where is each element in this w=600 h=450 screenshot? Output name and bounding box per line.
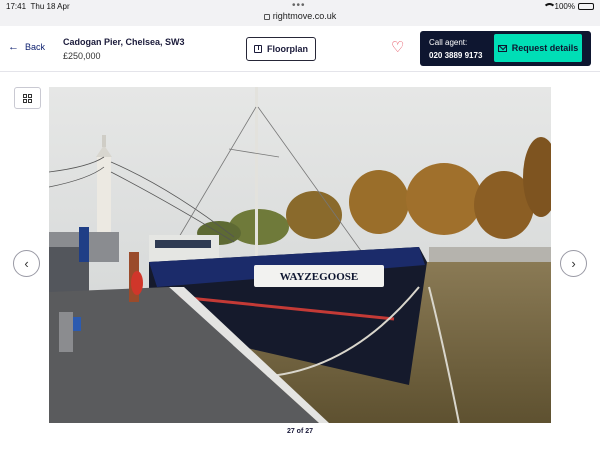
back-label: Back bbox=[25, 42, 46, 52]
floorplan-button[interactable]: Floorplan bbox=[246, 37, 316, 61]
mail-icon bbox=[497, 44, 507, 52]
listing-header: ← Back Cadogan Pier, Chelsea, SW3 £250,0… bbox=[0, 26, 600, 72]
wifi-icon bbox=[542, 3, 556, 10]
chevron-right-icon: › bbox=[571, 256, 576, 271]
boat-name-plate: WAYZEGOOSE bbox=[254, 265, 384, 287]
back-button[interactable]: ← Back bbox=[8, 41, 46, 53]
favourite-heart-icon[interactable]: ♡ bbox=[391, 38, 404, 56]
battery-percent: 100% bbox=[554, 2, 575, 11]
call-agent-label: Call agent: bbox=[429, 38, 468, 47]
request-details-button[interactable]: Request details bbox=[494, 34, 582, 62]
floorplan-icon bbox=[254, 45, 262, 53]
floorplan-label: Floorplan bbox=[267, 44, 308, 54]
agent-phone-link[interactable]: 020 3889 9173 bbox=[429, 51, 482, 60]
property-address: Cadogan Pier, Chelsea, SW3 bbox=[63, 37, 185, 47]
request-details-label: Request details bbox=[511, 43, 579, 53]
photo-counter: 27 of 27 bbox=[286, 428, 314, 435]
battery-icon bbox=[578, 3, 594, 10]
more-dots-icon[interactable]: ••• bbox=[292, 0, 306, 11]
next-photo-button[interactable]: › bbox=[560, 250, 587, 277]
status-right: 100% bbox=[542, 2, 594, 11]
address-bar[interactable]: rightmove.co.uk bbox=[0, 11, 600, 21]
grid-view-button[interactable] bbox=[14, 87, 41, 109]
arrow-left-icon: ← bbox=[8, 41, 19, 53]
previous-photo-button[interactable]: ‹ bbox=[13, 250, 40, 277]
property-price: £250,000 bbox=[63, 51, 101, 61]
grid-icon bbox=[23, 93, 32, 103]
boat-name-text: WAYZEGOOSE bbox=[280, 271, 358, 283]
status-time: 17:41 Thu 18 Apr bbox=[6, 2, 70, 11]
property-photo[interactable]: WAYZEGOOSE bbox=[49, 87, 551, 423]
chevron-left-icon: ‹ bbox=[24, 256, 29, 271]
boat-photo-illustration: WAYZEGOOSE bbox=[49, 87, 551, 423]
status-bar: 17:41 Thu 18 Apr ••• rightmove.co.uk 100… bbox=[0, 0, 600, 26]
agent-panel: Call agent: 020 3889 9173 Request detail… bbox=[420, 31, 591, 66]
lock-icon bbox=[263, 14, 270, 20]
